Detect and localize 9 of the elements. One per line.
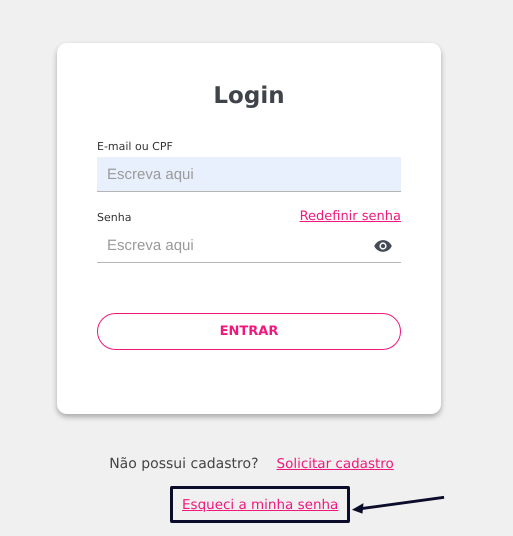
signup-link[interactable]: Solicitar cadastro (276, 456, 394, 472)
field-label: E-mail ou CPF (97, 140, 173, 153)
login-button[interactable]: ENTRAR (97, 313, 401, 350)
input-field[interactable]: Escreva aqui (97, 157, 401, 192)
field-label: Senha (97, 211, 132, 224)
signup-question: Não possui cadastro? (109, 456, 258, 472)
reset-password-link[interactable]: Redefinir senha (300, 209, 401, 224)
forgot-password-link[interactable]: Esqueci a minha senha (182, 497, 338, 513)
login-title: Login (212, 83, 286, 109)
